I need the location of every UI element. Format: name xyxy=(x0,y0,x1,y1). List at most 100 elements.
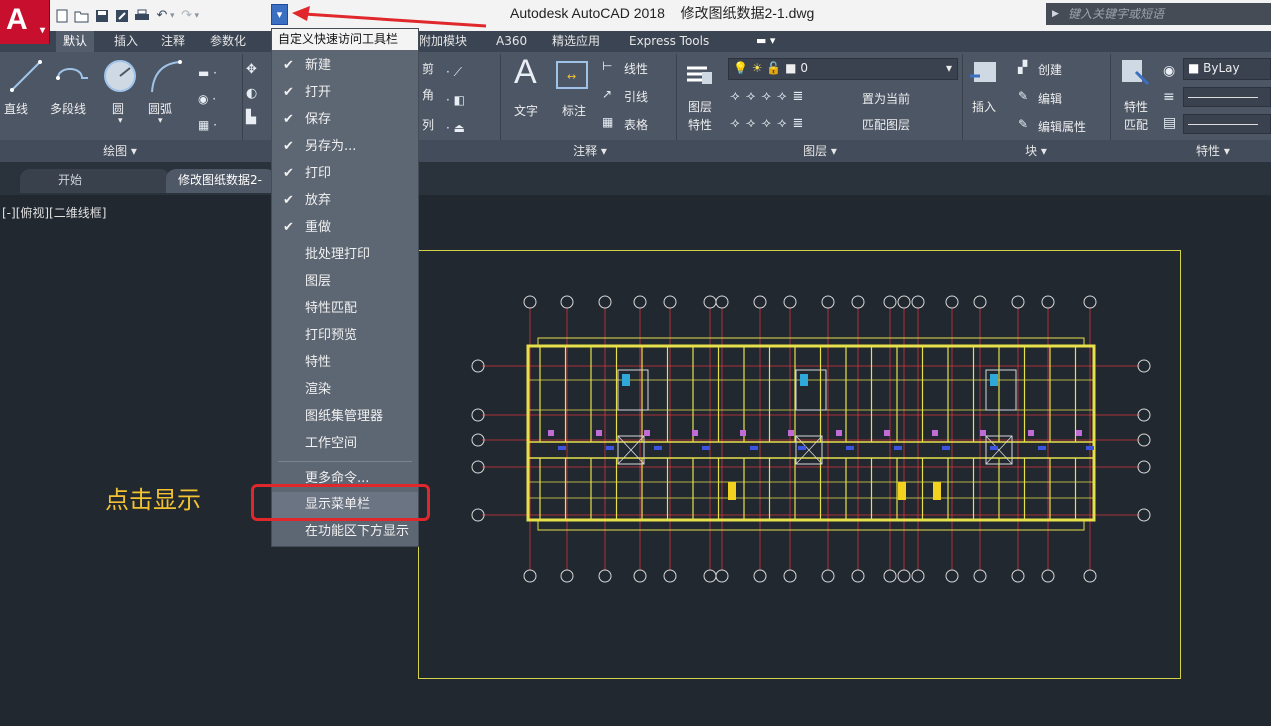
undo-dropdown-icon[interactable]: ▾ xyxy=(170,11,175,21)
modify-tools-icon[interactable]: · ⟋ · ◧ · ⏏ xyxy=(446,58,465,142)
arc-icon[interactable] xyxy=(148,58,184,94)
tab-featured-apps[interactable]: 精选应用 xyxy=(545,31,607,52)
color-wheel-icon[interactable]: ◉ ≡ ▤ xyxy=(1163,58,1176,136)
menu-item[interactable]: ✔ 打印 xyxy=(272,161,418,187)
linetype-dropdown[interactable] xyxy=(1183,87,1271,107)
polyline-icon[interactable] xyxy=(52,60,92,94)
draw-panel-title[interactable]: 绘图 ▾ xyxy=(60,140,180,162)
tab-drawing[interactable]: 修改图纸数据2- xyxy=(166,169,276,193)
menu-item[interactable]: ✔ 打开 xyxy=(272,80,418,106)
table-icon[interactable]: ▦ xyxy=(602,115,613,129)
lineweight-dropdown[interactable] xyxy=(1183,114,1271,134)
stair-marker xyxy=(622,374,630,386)
edit-block-label[interactable]: 编辑 xyxy=(1038,90,1062,107)
axis-bubble xyxy=(523,569,537,583)
menu-item[interactable]: ✔ 新建 xyxy=(272,53,418,79)
menu-item[interactable]: ✔ 另存为... xyxy=(272,134,418,160)
layer-tools-row-2-icon[interactable]: ⟢⟢⟢⟢≣ xyxy=(730,116,809,131)
tab-a360[interactable]: A360 xyxy=(489,31,534,52)
tab-default[interactable]: 默认 xyxy=(56,31,95,52)
properties-panel-title[interactable]: 特性 ▾ xyxy=(1196,140,1271,162)
search-input[interactable]: ▶ 键入关键字或短语 xyxy=(1046,3,1271,25)
saveas-icon[interactable] xyxy=(114,8,130,24)
menu-item[interactable]: 特性匹配 xyxy=(272,296,418,322)
edit-block-icon[interactable]: ✎ xyxy=(1018,89,1028,103)
color-dropdown[interactable]: ■ ByLay xyxy=(1183,58,1271,80)
menu-item[interactable]: 工作空间 xyxy=(272,431,418,457)
linear-dim-label[interactable]: 线性 xyxy=(624,60,648,77)
customize-qat-dropdown-button[interactable]: ▾ xyxy=(271,4,288,25)
create-block-label[interactable]: 创建 xyxy=(1038,61,1062,78)
axis-bubble xyxy=(1041,569,1055,583)
open-icon[interactable] xyxy=(74,8,90,24)
tab-insert[interactable]: 插入 xyxy=(107,31,145,52)
menu-item[interactable]: 批处理打印 xyxy=(272,242,418,268)
menu-item-label: 放弃 xyxy=(305,193,332,208)
dimension-icon[interactable]: ↔ xyxy=(555,60,589,90)
layer-properties-icon[interactable] xyxy=(684,58,714,88)
save-icon[interactable] xyxy=(94,8,110,24)
search-expand-icon[interactable]: ▶ xyxy=(1052,3,1059,25)
tab-addins[interactable]: 附加模块 xyxy=(412,31,474,52)
annotation-panel-title[interactable]: 注释 ▾ xyxy=(530,140,650,162)
fillet-label[interactable]: 角 xyxy=(422,86,434,103)
tab-express-tools[interactable]: Express Tools xyxy=(622,31,716,52)
menu-item[interactable]: 图纸集管理器 xyxy=(272,404,418,430)
make-current-label[interactable]: 置为当前 xyxy=(862,90,910,107)
menu-item[interactable]: 渲染 xyxy=(272,377,418,403)
layer-tools-row-1-icon[interactable]: ⟢⟢⟢⟢≣ xyxy=(730,89,809,104)
layers-panel-title[interactable]: 图层 ▾ xyxy=(760,140,880,162)
line-icon[interactable] xyxy=(8,58,44,94)
redo-icon[interactable]: ↷ xyxy=(179,8,195,24)
redo-dropdown-icon[interactable]: ▾ xyxy=(195,11,200,21)
menu-item-label: 重做 xyxy=(305,220,332,235)
circle-icon[interactable] xyxy=(102,58,138,94)
match-props-label-2: 匹配 xyxy=(1124,118,1149,132)
tab-annotate[interactable]: 注释 xyxy=(154,31,192,52)
arc-dropdown-icon[interactable]: ▾ xyxy=(158,116,163,126)
leader-icon[interactable]: ↗ xyxy=(602,87,612,101)
table-label[interactable]: 表格 xyxy=(624,116,648,133)
trim-label[interactable]: 剪 xyxy=(422,60,434,77)
edit-attr-icon[interactable]: ✎ xyxy=(1018,117,1028,131)
layer-dropdown[interactable]: 💡 ☀ 🔓 ■ 0 ▾ xyxy=(728,58,958,80)
menu-item[interactable]: 图层 xyxy=(272,269,418,295)
circle-dropdown-icon[interactable]: ▾ xyxy=(118,116,123,126)
menu-item[interactable]: ✔ 重做 xyxy=(272,215,418,241)
line-label: 直线 xyxy=(4,102,29,116)
insert-block-icon[interactable] xyxy=(968,58,1000,88)
tab-start[interactable]: 开始 xyxy=(20,169,170,193)
text-icon[interactable]: A xyxy=(514,54,537,90)
block-panel-title[interactable]: 块 ▾ xyxy=(976,140,1096,162)
door-marker xyxy=(1086,446,1094,450)
linear-dim-icon[interactable]: ⊢ xyxy=(602,59,612,73)
ribbon-display-toggle-icon[interactable]: ▬ ▾ xyxy=(756,34,778,48)
match-properties-icon[interactable] xyxy=(1120,58,1150,88)
menu-item[interactable]: 特性 xyxy=(272,350,418,376)
edit-attr-label[interactable]: 编辑属性 xyxy=(1038,118,1086,135)
layer-color-icon: ■ xyxy=(785,61,797,75)
axis-bubble xyxy=(945,569,959,583)
create-block-icon[interactable]: ▞ xyxy=(1018,60,1027,74)
move-icon[interactable]: ✥ ◐ ▙ xyxy=(246,58,257,130)
axis-bubble xyxy=(883,569,897,583)
axis-bubble xyxy=(911,569,925,583)
rectangle-icon[interactable]: ▬ · ◉ · ▦ · xyxy=(198,60,217,138)
floor-plan xyxy=(471,295,1151,583)
quick-access-toolbar: ↶ ▾ ↷ ▾ xyxy=(54,5,199,27)
menu-item-show-below-ribbon[interactable]: 在功能区下方显示 xyxy=(272,519,418,545)
viewport-controls[interactable]: [-][俯视][二维线框] xyxy=(2,204,106,221)
menu-item[interactable]: ✔ 保存 xyxy=(272,107,418,133)
match-props-label-1: 特性 xyxy=(1124,100,1149,114)
application-menu-button[interactable]: A ▾ xyxy=(0,0,50,44)
column-marker xyxy=(596,430,602,436)
menu-item[interactable]: 打印预览 xyxy=(272,323,418,349)
tab-parametric[interactable]: 参数化 xyxy=(203,31,253,52)
undo-icon[interactable]: ↶ xyxy=(154,8,170,24)
leader-label[interactable]: 引线 xyxy=(624,88,648,105)
print-icon[interactable] xyxy=(134,8,150,24)
menu-item[interactable]: ✔ 放弃 xyxy=(272,188,418,214)
array-label[interactable]: 列 xyxy=(422,116,434,133)
match-layer-label[interactable]: 匹配图层 xyxy=(862,116,910,133)
new-icon[interactable] xyxy=(54,8,70,24)
